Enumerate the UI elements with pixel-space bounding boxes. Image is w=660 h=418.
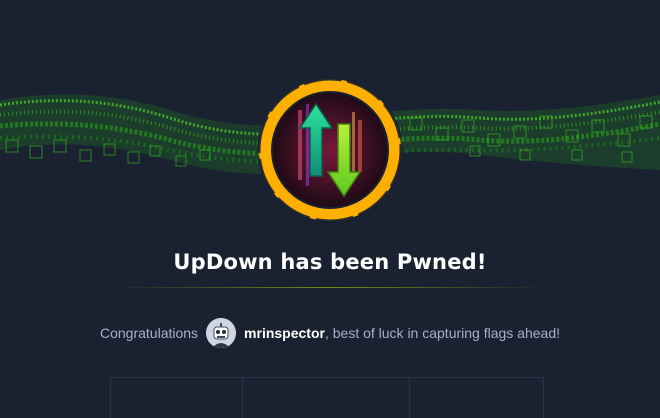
congrats-prefix: Congratulations [99,325,199,341]
congrats-suffix: , best of luck in capturing flags ahead! [324,325,561,341]
avatar[interactable] [206,318,237,348]
page-title: UpDown has been Pwned! [173,250,487,274]
congrats-message: Congratulations mrinspector , best of lu… [0,318,660,348]
machine-badge [257,77,403,223]
pwned-banner [0,0,660,240]
stats-cell-divider [242,378,243,418]
stats-table [110,377,544,418]
title-divider [110,287,550,288]
stats-cell-divider [409,378,410,418]
banner-art [0,77,660,223]
username-link[interactable]: mrinspector [244,325,325,341]
avatar-icon [206,318,237,348]
